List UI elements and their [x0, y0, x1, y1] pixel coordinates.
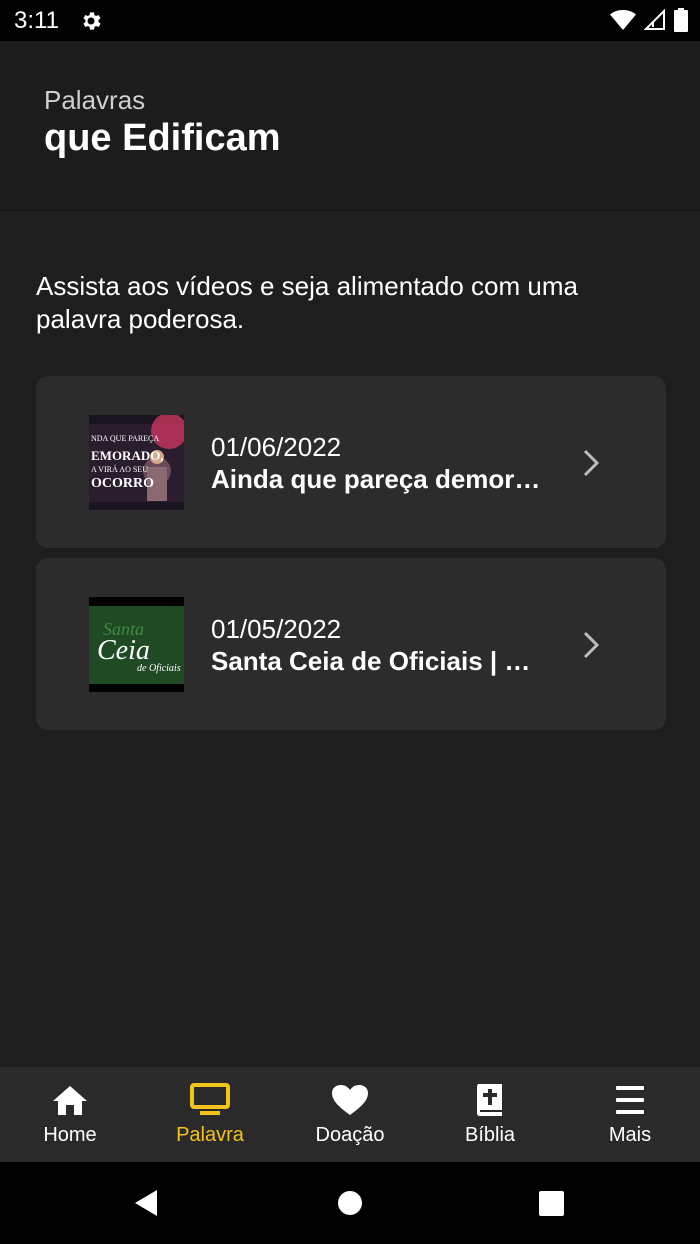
nav-item-mais[interactable]: Mais	[560, 1067, 700, 1162]
status-bar: 3:11	[0, 0, 700, 41]
video-card[interactable]: Santa Ceia de Oficiais 01/05/2022 Santa …	[36, 558, 666, 730]
nav-item-doacao[interactable]: Doação	[280, 1067, 420, 1162]
status-time: 3:11	[14, 7, 59, 34]
nav-label: Mais	[608, 1124, 652, 1146]
home-icon	[53, 1086, 87, 1115]
video-card[interactable]: NDA QUE PAREÇA EMORADO, A VIRÁ AO SEU OC…	[36, 376, 666, 548]
thumb-line: de Oficiais	[137, 663, 181, 674]
thumb-line: EMORADO,	[91, 448, 164, 463]
system-nav-bar	[0, 1162, 700, 1244]
thumb-line: A VIRÁ AO SEU	[91, 464, 148, 474]
thumb-line: OCORRO	[91, 476, 154, 491]
intro-text: Assista aos vídeos e seja alimentado com…	[36, 271, 578, 334]
battery-icon	[674, 8, 688, 32]
video-title: Santa Ceia de Oficiais | M...	[211, 646, 546, 676]
chevron-right-icon	[583, 449, 600, 477]
video-date: 01/06/2022	[211, 432, 342, 462]
thumb-line: Ceia	[97, 635, 150, 666]
nav-label: Home	[43, 1124, 97, 1146]
bible-icon	[477, 1084, 502, 1116]
back-icon[interactable]	[133, 1189, 159, 1217]
bottom-nav: Home Palavra Doação Bíblia Mais	[0, 1067, 700, 1162]
monitor-icon	[190, 1083, 230, 1115]
settings-gear-icon	[83, 12, 101, 30]
page-header: Palavras que Edificam	[0, 41, 700, 211]
page-title: que Edificam	[44, 117, 281, 159]
nav-item-biblia[interactable]: Bíblia	[420, 1067, 560, 1162]
video-thumbnail: Santa Ceia de Oficiais	[89, 597, 184, 692]
video-date: 01/05/2022	[211, 614, 342, 644]
wifi-icon	[610, 10, 636, 30]
video-title: Ainda que pareça demora...	[211, 464, 546, 494]
nav-label: Bíblia	[464, 1124, 516, 1146]
thumb-line: NDA QUE PAREÇA	[91, 434, 159, 443]
video-thumbnail: NDA QUE PAREÇA EMORADO, A VIRÁ AO SEU OC…	[89, 415, 184, 510]
nav-item-home[interactable]: Home	[0, 1067, 140, 1162]
nav-label: Palavra	[176, 1124, 244, 1146]
menu-icon	[616, 1086, 644, 1114]
chevron-right-icon	[583, 631, 600, 659]
header-subtitle: Palavras	[44, 85, 146, 115]
signal-icon	[644, 9, 665, 30]
recents-icon[interactable]	[539, 1191, 564, 1216]
nav-item-palavra[interactable]: Palavra	[140, 1067, 280, 1162]
home-circle-icon[interactable]	[337, 1190, 363, 1216]
heart-icon	[332, 1085, 368, 1115]
nav-label: Doação	[315, 1124, 385, 1146]
